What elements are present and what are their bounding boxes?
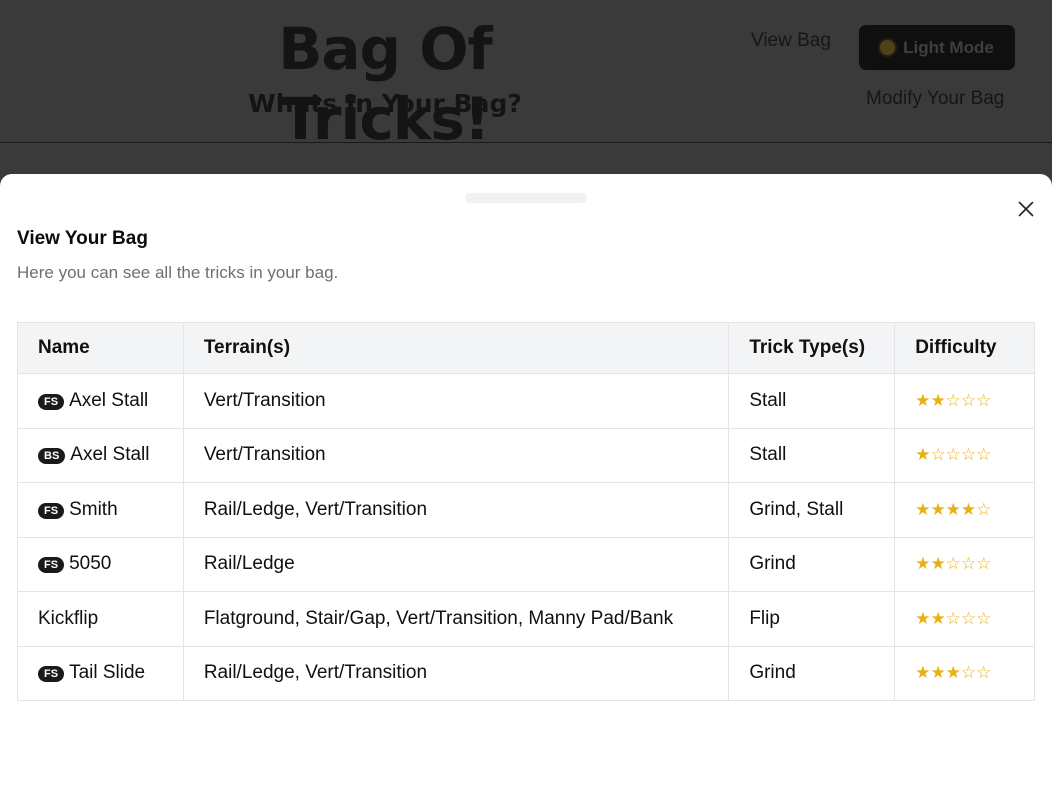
drag-handle[interactable]: [465, 193, 587, 203]
table-row[interactable]: BS Axel Stall Vert/Transition Stall ★☆☆☆☆: [17, 427, 1035, 483]
trick-type-cell: Flip: [728, 591, 896, 647]
terrain-cell: Vert/Transition: [182, 373, 730, 429]
trick-name: Smith: [69, 498, 118, 520]
modal-title: View Your Bag: [17, 228, 148, 249]
stance-badge: FS: [38, 666, 65, 683]
column-header-terrain[interactable]: Terrain(s): [182, 322, 730, 374]
modal-description: Here you can see all the tricks in your …: [17, 263, 339, 282]
difficulty-stars: ★★☆☆☆: [915, 554, 992, 575]
close-icon: [1018, 201, 1034, 217]
trick-name: Axel Stall: [69, 389, 149, 411]
view-bag-modal: View Your Bag Here you can see all the t…: [0, 174, 1052, 800]
difficulty-stars: ★★★☆☆: [915, 663, 992, 684]
stance-badge: FS: [38, 393, 65, 410]
trick-type-cell: Grind: [728, 536, 896, 592]
difficulty-cell: ★★☆☆☆: [894, 591, 1035, 647]
nav-view-bag[interactable]: View Bag: [751, 28, 831, 54]
terrain-cell: Rail/Ledge: [182, 536, 730, 592]
trick-type-cell: Stall: [728, 373, 896, 429]
trick-type-cell: Grind, Stall: [728, 482, 896, 538]
trick-name: 5050: [69, 553, 112, 575]
trick-name-cell: Kickflip: [17, 591, 184, 647]
difficulty-stars: ★★☆☆☆: [915, 608, 992, 629]
trick-name-cell: FS Smith: [17, 482, 184, 538]
table-row[interactable]: FS 5050 Rail/Ledge Grind ★★☆☆☆: [17, 536, 1035, 592]
terrain-cell: Vert/Transition: [182, 427, 730, 483]
trick-name: Axel Stall: [70, 444, 150, 466]
stance-badge: FS: [38, 502, 65, 519]
difficulty-cell: ★★★☆☆: [894, 645, 1035, 701]
difficulty-cell: ★★☆☆☆: [894, 373, 1035, 429]
table-row[interactable]: FS Tail Slide Rail/Ledge, Vert/Transition…: [17, 645, 1035, 701]
tricks-table: Name Terrain(s) Trick Type(s) Difficulty…: [17, 322, 1035, 701]
light-mode-label: Light Mode: [903, 37, 994, 57]
trick-name-cell: BS Axel Stall: [17, 427, 184, 483]
table-row[interactable]: FS Smith Rail/Ledge, Vert/Transition Grin…: [17, 482, 1035, 538]
trick-name-cell: FS Tail Slide: [17, 645, 184, 701]
light-mode-button[interactable]: Light Mode: [859, 25, 1015, 70]
difficulty-stars: ★☆☆☆☆: [915, 445, 992, 466]
difficulty-stars: ★★☆☆☆: [915, 390, 992, 411]
difficulty-cell: ★☆☆☆☆: [894, 427, 1035, 483]
difficulty-stars: ★★★★☆: [915, 499, 992, 520]
table-row[interactable]: Kickflip Flatground, Stair/Gap, Vert/Tra…: [17, 591, 1035, 647]
trick-type-cell: Stall: [728, 427, 896, 483]
column-header-name[interactable]: Name: [17, 322, 184, 374]
column-header-difficulty[interactable]: Difficulty: [894, 322, 1035, 374]
trick-name: Tail Slide: [69, 662, 146, 684]
terrain-cell: Rail/Ledge, Vert/Transition: [182, 645, 730, 701]
sun-icon: [880, 40, 896, 55]
trick-name-cell: FS 5050: [17, 536, 184, 592]
terrain-cell: Flatground, Stair/Gap, Vert/Transition, …: [182, 591, 730, 647]
column-header-trick-type[interactable]: Trick Type(s): [728, 322, 896, 374]
nav-modify-bag[interactable]: Modify Your Bag: [866, 86, 1004, 112]
stance-badge: BS: [38, 448, 66, 465]
trick-type-cell: Grind: [728, 645, 896, 701]
terrain-cell: Rail/Ledge, Vert/Transition: [182, 482, 730, 538]
difficulty-cell: ★★★★☆: [894, 482, 1035, 538]
site-header: Bag Of Tricks! Whats In Your Bag? View B…: [0, 0, 1052, 153]
page: Bag Of Tricks! Whats In Your Bag? View B…: [0, 0, 1052, 800]
table-row[interactable]: FS Axel Stall Vert/Transition Stall ★★☆☆☆: [17, 373, 1035, 429]
site-subtitle: Whats In Your Bag?: [248, 89, 522, 118]
trick-name: Kickflip: [38, 607, 99, 629]
trick-name-cell: FS Axel Stall: [17, 373, 184, 429]
site-title: Bag Of Tricks!: [278, 15, 493, 153]
close-button[interactable]: [1014, 197, 1038, 221]
difficulty-cell: ★★☆☆☆: [894, 536, 1035, 592]
table-header-row: Name Terrain(s) Trick Type(s) Difficulty: [17, 322, 1035, 374]
stance-badge: FS: [38, 557, 65, 574]
